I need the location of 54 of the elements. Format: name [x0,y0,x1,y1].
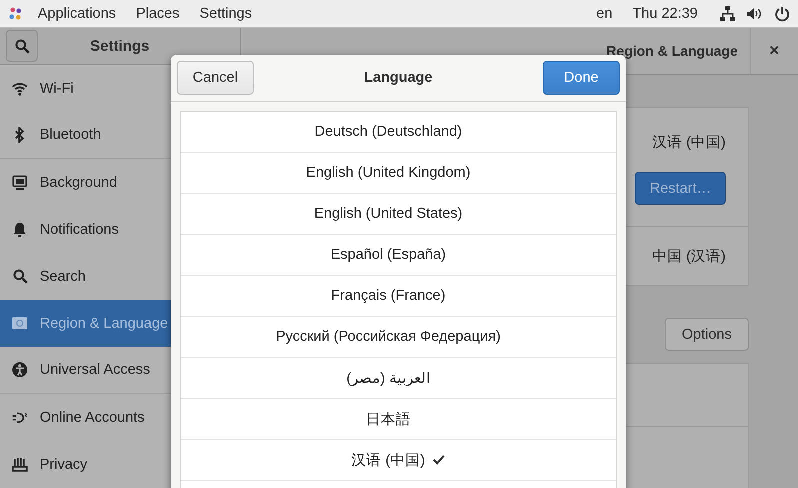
sidebar-item-icon [12,269,28,284]
sidebar-item-label: Region & Language [40,316,168,332]
top-menu[interactable]: Settings [190,6,262,22]
sidebar-item-label: Bluetooth [40,127,102,143]
dialog-title: Language [363,70,434,86]
language-option[interactable]: Deutsch (Deutschland) [181,112,616,153]
sidebar-item-label: Search [40,268,86,284]
sidebar-item-label: Privacy [40,456,88,472]
sidebar-item-label: Wi-Fi [40,80,74,96]
panel-title: Region & Language [606,43,738,59]
sidebar-item-icon [12,458,28,472]
language-label: العربية (مصر) [346,370,430,386]
language-label: 日本語 [366,410,411,428]
volume-icon[interactable] [746,6,762,20]
language-option[interactable]: 汉语 (中国) [181,440,616,481]
close-button[interactable]: × [750,28,798,74]
language-option[interactable]: 日本語 [181,399,616,440]
language-label: Deutsch (Deutschland) [314,124,462,140]
language-option[interactable]: Français (France) [181,276,616,317]
language-label: Français (France) [331,288,446,304]
sidebar-item-label: Universal Access [40,362,150,378]
sidebar-item-label: Online Accounts [40,410,145,426]
language-label: Русский (Российская Федерация) [276,329,501,345]
sidebar-item-icon [12,317,28,330]
formats-value: 中国 (汉语) [652,248,726,266]
search-button[interactable] [6,30,38,62]
network-icon[interactable] [720,6,736,22]
cancel-button[interactable]: Cancel [177,61,254,95]
language-label: Español (España) [330,247,446,263]
sidebar-item-label: Background [40,174,118,190]
keyboard-language-indicator[interactable]: en [596,6,613,22]
sidebar-title: Settings [89,38,151,54]
done-button[interactable]: Done [543,61,620,95]
language-label: English (United States) [314,206,463,222]
sidebar-item-label: Notifications [40,222,119,238]
language-value: 汉语 (中国) [652,134,726,152]
top-menu[interactable]: Places [126,6,190,22]
apps-logo-icon[interactable] [8,6,24,22]
sidebar-item-icon [12,222,28,238]
language-option[interactable]: العربية (مصر) [181,358,616,399]
language-option[interactable]: English (United Kingdom) [181,153,616,194]
language-option[interactable]: Русский (Российская Федерация) [181,317,616,358]
clock[interactable]: Thu 22:39 [632,6,698,22]
options-button[interactable]: Options [665,318,749,351]
search-icon [14,38,30,54]
language-label: 汉语 (中国) [352,452,426,470]
power-icon[interactable] [775,6,790,22]
language-option[interactable]: Español (España) [181,235,616,276]
sidebar-item-icon [12,82,28,96]
language-label: English (United Kingdom) [306,165,471,181]
top-menu[interactable]: Applications [28,6,126,22]
language-option[interactable]: English (United States) [181,194,616,235]
sidebar-item-icon [12,362,28,378]
sidebar-item-icon [12,174,28,190]
